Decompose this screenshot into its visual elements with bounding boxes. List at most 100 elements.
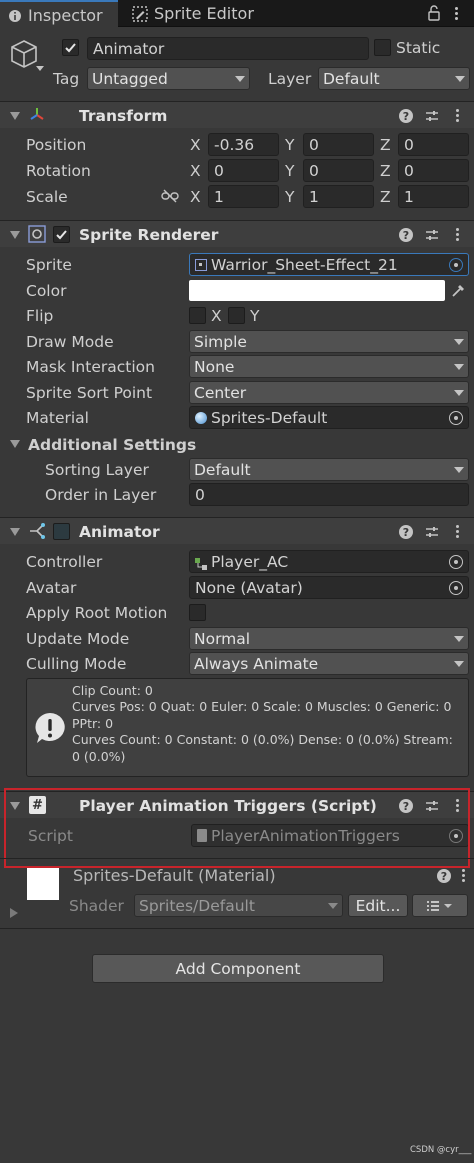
- color-swatch[interactable]: [189, 280, 445, 301]
- apply-root-motion-checkbox[interactable]: [189, 604, 206, 621]
- rotation-z-label[interactable]: Z: [380, 162, 391, 180]
- position-z-field[interactable]: 0: [398, 133, 469, 156]
- shader-label: Shader: [69, 897, 124, 915]
- culling-mode-dropdown[interactable]: Always Animate: [189, 652, 469, 675]
- material-foldout-icon[interactable]: [10, 908, 18, 918]
- help-icon[interactable]: ?: [399, 228, 413, 242]
- object-picker-icon[interactable]: [449, 580, 463, 595]
- info-clip-count: Clip Count: 0: [72, 683, 153, 698]
- sprite-renderer-header[interactable]: Sprite Renderer ?: [0, 220, 474, 247]
- mask-interaction-dropdown[interactable]: None: [189, 355, 469, 378]
- object-picker-icon[interactable]: [449, 410, 463, 425]
- static-label: Static: [396, 39, 441, 57]
- component-menu-icon[interactable]: [456, 109, 460, 122]
- sorting-layer-value: Default: [194, 460, 251, 479]
- foldout-arrow-icon[interactable]: [10, 231, 20, 239]
- position-y-field[interactable]: 0: [303, 133, 374, 156]
- separator: [0, 858, 474, 859]
- sprite-sort-point-dropdown[interactable]: Center: [189, 381, 469, 404]
- rotation-x-label[interactable]: X: [190, 162, 201, 180]
- add-component-button[interactable]: Add Component: [92, 954, 384, 983]
- animator-info-box: Clip Count: 0 Curves Pos: 0 Quat: 0 Eule…: [26, 678, 469, 777]
- scale-y-field[interactable]: 1: [303, 185, 374, 208]
- object-name-input[interactable]: Animator: [87, 37, 369, 60]
- scale-x-label[interactable]: X: [190, 188, 201, 206]
- animator-enabled-checkbox[interactable]: [53, 523, 70, 540]
- position-y-label[interactable]: Y: [285, 136, 294, 154]
- rotation-y-value: 0: [309, 161, 319, 180]
- preset-icon[interactable]: [424, 108, 440, 128]
- culling-mode-value: Always Animate: [194, 654, 319, 673]
- component-menu-icon[interactable]: [456, 228, 460, 241]
- tag-dropdown[interactable]: Untagged: [87, 67, 250, 90]
- chevron-down-icon: [454, 466, 464, 473]
- avatar-label: Avatar: [26, 579, 77, 597]
- eyedropper-icon[interactable]: [451, 282, 467, 302]
- scale-z-field[interactable]: 1: [398, 185, 469, 208]
- preset-icon[interactable]: [424, 227, 440, 247]
- rotation-y-field[interactable]: 0: [303, 159, 374, 182]
- additional-settings-foldout-icon[interactable]: [10, 440, 20, 448]
- scale-x-field[interactable]: 1: [208, 185, 279, 208]
- update-mode-dropdown[interactable]: Normal: [189, 627, 469, 650]
- controller-object-field[interactable]: Player_AC: [189, 550, 469, 573]
- constrain-proportions-icon[interactable]: [161, 189, 179, 207]
- tab-inspector[interactable]: Inspector: [0, 0, 118, 28]
- order-in-layer-field[interactable]: 0: [189, 483, 469, 506]
- shader-options-button[interactable]: [412, 894, 468, 917]
- chevron-down-icon: [455, 75, 465, 82]
- help-icon[interactable]: ?: [399, 109, 413, 123]
- scale-x-value: 1: [214, 187, 224, 206]
- flip-y-checkbox[interactable]: [228, 307, 245, 324]
- draw-mode-dropdown[interactable]: Simple: [189, 330, 469, 353]
- flip-x-checkbox[interactable]: [189, 307, 206, 324]
- object-name-value: Animator: [93, 39, 165, 58]
- component-menu-icon[interactable]: [456, 525, 460, 538]
- object-picker-icon[interactable]: [449, 554, 463, 569]
- tab-sprite-editor[interactable]: Sprite Editor: [124, 0, 284, 27]
- flip-x-label: X: [211, 307, 222, 325]
- sorting-layer-dropdown[interactable]: Default: [189, 458, 469, 481]
- apply-root-motion-label: Apply Root Motion: [26, 604, 168, 622]
- position-z-label[interactable]: Z: [380, 136, 391, 154]
- transform-header[interactable]: Transform ?: [0, 101, 474, 128]
- help-icon[interactable]: ?: [437, 869, 451, 883]
- sprite-renderer-enabled-checkbox[interactable]: [53, 226, 70, 243]
- material-object-field[interactable]: Sprites-Default: [189, 406, 469, 429]
- material-menu-icon[interactable]: [462, 869, 466, 882]
- help-icon[interactable]: ?: [399, 525, 413, 539]
- scale-y-value: 1: [309, 187, 319, 206]
- sprite-object-field[interactable]: Warrior_Sheet-Effect_21: [189, 253, 469, 276]
- additional-settings-label[interactable]: Additional Settings: [28, 436, 196, 454]
- lock-icon[interactable]: [428, 5, 440, 25]
- rotation-x-field[interactable]: 0: [208, 159, 279, 182]
- inspector-icon: [8, 8, 22, 22]
- tab-menu-icon[interactable]: [455, 7, 459, 20]
- layer-dropdown[interactable]: Default: [318, 67, 470, 90]
- preset-icon[interactable]: [424, 524, 440, 544]
- draw-mode-value: Simple: [194, 332, 247, 351]
- active-checkbox[interactable]: [62, 39, 79, 56]
- foldout-arrow-icon[interactable]: [10, 528, 20, 536]
- icon-dropdown-arrow-icon[interactable]: [36, 66, 44, 71]
- position-x-field[interactable]: -0.36: [208, 133, 279, 156]
- object-picker-icon[interactable]: [449, 257, 463, 272]
- animator-header[interactable]: Animator ?: [0, 517, 474, 544]
- material-label: Material: [26, 409, 89, 427]
- chevron-down-icon: [328, 902, 338, 909]
- scale-y-label[interactable]: Y: [285, 188, 294, 206]
- shader-dropdown[interactable]: Sprites/Default: [134, 894, 343, 917]
- checkmark-icon: [56, 230, 67, 240]
- foldout-arrow-icon[interactable]: [10, 112, 20, 120]
- static-checkbox[interactable]: [374, 39, 391, 56]
- scale-z-value: 1: [404, 187, 414, 206]
- edit-shader-button[interactable]: Edit...: [348, 894, 408, 917]
- rotation-y-label[interactable]: Y: [285, 162, 294, 180]
- position-x-label[interactable]: X: [190, 136, 201, 154]
- rotation-z-field[interactable]: 0: [398, 159, 469, 182]
- avatar-object-field[interactable]: None (Avatar): [189, 576, 469, 599]
- scale-z-label[interactable]: Z: [380, 188, 391, 206]
- rotation-x-value: 0: [214, 161, 224, 180]
- animator-title: Animator: [79, 523, 160, 541]
- watermark: CSDN @cyr___: [410, 1145, 472, 1155]
